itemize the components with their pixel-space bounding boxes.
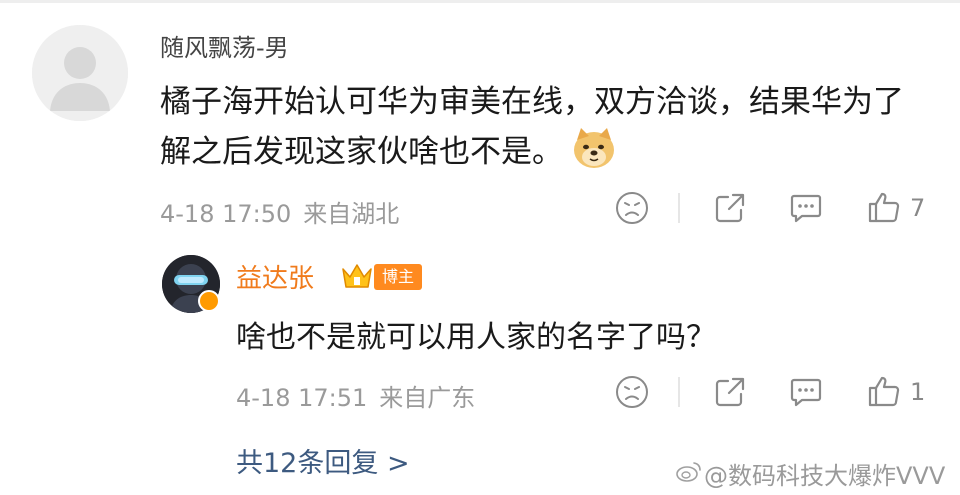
reply-meta: 4-18 17:51 来自广东: [236, 378, 475, 413]
comment-text: 橘子海开始认可华为审美在线，双方洽谈，结果华为了解之后发现这家伙啥也不是。: [160, 78, 920, 176]
like-count: 7: [910, 194, 926, 222]
action-divider: [678, 193, 680, 223]
verified-v-badge-icon: [198, 290, 220, 312]
comment-date: 4-18 17:50: [160, 200, 292, 228]
comment-location: 来自湖北: [303, 200, 400, 228]
like-thumb-icon[interactable]: [866, 189, 902, 225]
weibo-logo-icon: [676, 462, 701, 482]
default-avatar[interactable]: [32, 25, 128, 121]
reply-username[interactable]: 益达张: [236, 258, 314, 295]
comment-icon[interactable]: [788, 190, 824, 226]
top-divider: [0, 0, 960, 3]
share-icon[interactable]: [712, 190, 748, 226]
reply-text: 啥也不是就可以用人家的名字了吗？: [236, 320, 716, 355]
comment-icon[interactable]: [788, 374, 824, 410]
comment-meta: 4-18 17:50 来自湖北: [160, 194, 399, 229]
watermark-text: @数码科技大爆炸VVV: [704, 462, 946, 490]
reply-like-count: 1: [910, 378, 926, 406]
more-replies-link[interactable]: 共12条回复 >: [236, 441, 410, 480]
share-icon[interactable]: [712, 374, 748, 410]
like-thumb-icon[interactable]: [866, 373, 902, 409]
dislike-face-icon[interactable]: [614, 190, 650, 226]
reply-date: 4-18 17:51: [236, 384, 368, 412]
comment-username[interactable]: 随风飘荡-男: [160, 28, 289, 63]
blogger-badge: 博主: [374, 264, 423, 290]
reply-location: 来自广东: [379, 384, 476, 412]
crown-icon: [342, 264, 372, 288]
action-divider: [678, 377, 680, 407]
comment-body: 橘子海开始认可华为审美在线，双方洽谈，结果华为了解之后发现这家伙啥也不是。: [160, 84, 904, 170]
doge-emoji-icon: [574, 128, 614, 168]
dislike-face-icon[interactable]: [614, 374, 650, 410]
